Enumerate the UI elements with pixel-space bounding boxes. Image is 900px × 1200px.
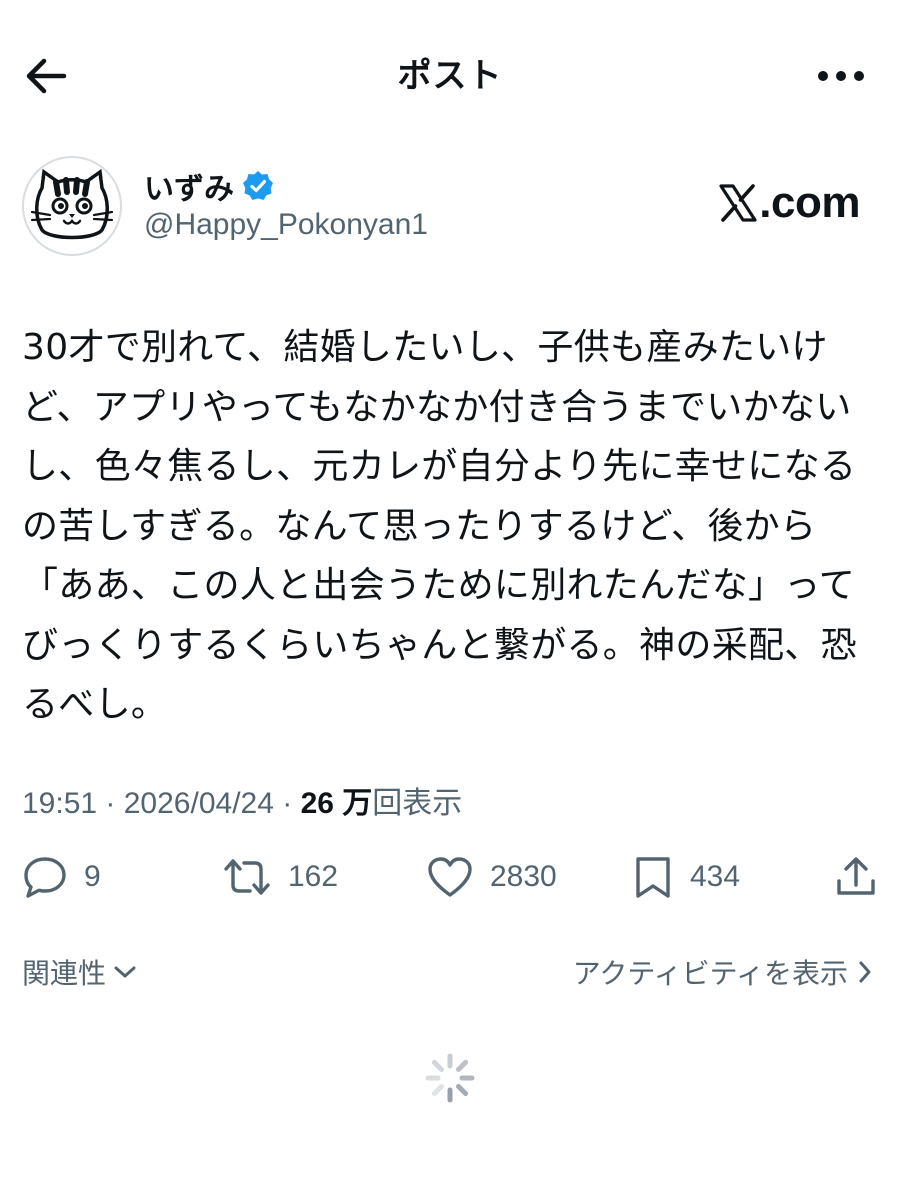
share-icon <box>837 857 875 895</box>
x-logo-icon <box>719 184 757 222</box>
meta-separator: · <box>97 787 124 820</box>
heart-icon <box>428 857 472 897</box>
post-meta: 19:51 · 2026/04/24 · 26 万 回表示 <box>22 778 462 822</box>
loading-spinner <box>424 1052 476 1104</box>
bookmark-count: 434 <box>690 860 741 893</box>
views-label: 回表示 <box>372 787 463 820</box>
more-options-button[interactable] <box>812 52 870 100</box>
reply-button[interactable]: 9 <box>22 852 101 902</box>
activity-label: アクティビティを表示 <box>572 957 848 990</box>
chevron-right-icon <box>859 961 871 983</box>
related-label: 関連性 <box>22 957 107 990</box>
brand-text: .com <box>759 178 860 227</box>
meta-separator-2: · <box>273 787 301 820</box>
like-button[interactable]: 2830 <box>426 852 557 902</box>
cat-face-avatar <box>30 168 114 240</box>
repost-count: 162 <box>288 860 339 893</box>
x-com-watermark: .com <box>719 178 860 228</box>
avatar[interactable] <box>22 156 122 256</box>
bookmark-icon <box>636 857 670 898</box>
author-name: いずみ <box>144 172 234 207</box>
repost-button[interactable]: 162 <box>222 852 338 902</box>
post-date: 2026/04/24 <box>123 787 274 820</box>
reply-icon <box>24 857 66 898</box>
author-handle[interactable]: @Happy_Pokonyan1 <box>144 208 428 242</box>
views-count[interactable]: 26 万 <box>301 778 373 822</box>
related-sort-dropdown[interactable]: 関連性 <box>22 950 138 994</box>
post-time: 19:51 <box>22 787 98 820</box>
repost-icon <box>224 859 270 895</box>
author-name-row[interactable]: いずみ <box>144 166 274 207</box>
post-text: 30才で別れて、結婚したいし、子供も産みたいけ ど、アプリやってもなかなか付き合… <box>22 327 857 725</box>
like-count: 2830 <box>490 860 557 893</box>
share-button[interactable] <box>834 852 878 902</box>
reply-count: 9 <box>84 860 101 893</box>
chevron-down-icon <box>114 966 136 978</box>
view-activity-link[interactable]: アクティビティを表示 <box>573 950 872 994</box>
bookmark-button[interactable]: 434 <box>632 852 740 902</box>
page-title: ポスト <box>397 56 503 96</box>
verified-badge-icon <box>243 171 273 200</box>
spinner-icon <box>425 1053 475 1103</box>
more-horizontal-icon <box>818 71 864 81</box>
